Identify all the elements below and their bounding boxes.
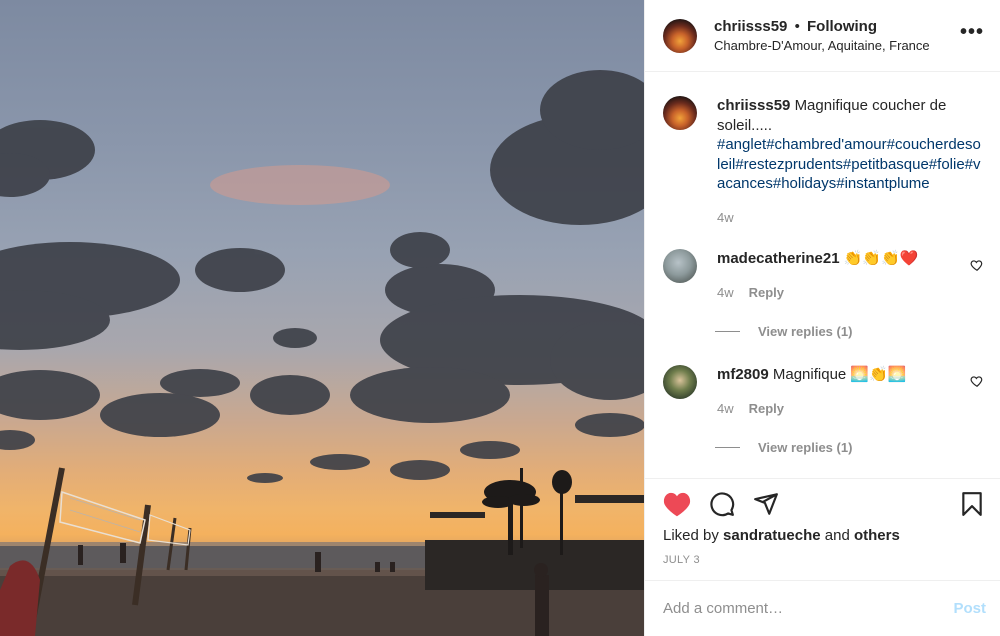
comments-list: chriisss59 Magnifique coucher de soleil.… xyxy=(645,72,1000,478)
likes-summary: Liked by sandratueche and others xyxy=(663,527,984,544)
commenter-avatar[interactable] xyxy=(663,249,697,283)
bookmark-icon[interactable] xyxy=(960,491,984,517)
share-icon[interactable] xyxy=(753,491,779,517)
likes-others-link[interactable]: others xyxy=(854,527,900,544)
separator-dot: • xyxy=(794,17,800,35)
following-button[interactable]: Following xyxy=(807,18,877,35)
likes-conjunction: and xyxy=(824,527,850,544)
caption-avatar[interactable] xyxy=(663,96,697,130)
likes-prefix: Liked by xyxy=(663,527,719,544)
author-username[interactable]: chriisss59 xyxy=(714,18,787,35)
commenter-username[interactable]: mf2809 xyxy=(717,366,769,383)
reply-button[interactable]: Reply xyxy=(749,283,784,303)
caption: chriisss59 Magnifique coucher de soleil.… xyxy=(663,96,984,227)
action-icons xyxy=(663,491,984,517)
view-replies-button[interactable]: View replies (1) xyxy=(715,324,984,339)
author-avatar[interactable] xyxy=(663,18,697,53)
comment-icon[interactable] xyxy=(709,491,735,517)
author-info: chriisss59 • Following Chambre-D'Amour, … xyxy=(714,17,960,55)
reply-button[interactable]: Reply xyxy=(749,399,784,419)
comment-text: 👏👏👏❤️ xyxy=(843,250,919,267)
post-header: chriisss59 • Following Chambre-D'Amour, … xyxy=(645,0,1000,72)
caption-hashtags[interactable]: #anglet#chambred'amour#coucherdesoleil#r… xyxy=(717,136,981,192)
replies-divider-line xyxy=(715,447,740,448)
comment-time[interactable]: 4w xyxy=(717,399,734,419)
commenter-username[interactable]: madecatherine21 xyxy=(717,250,840,267)
view-replies-label: View replies (1) xyxy=(758,324,853,339)
heart-outline-icon[interactable] xyxy=(970,374,984,388)
view-replies-button[interactable]: View replies (1) xyxy=(715,440,984,455)
heart-outline-icon[interactable] xyxy=(970,258,984,272)
post-side-panel: chriisss59 • Following Chambre-D'Amour, … xyxy=(644,0,1000,636)
comment-item: madecatherine21 👏👏👏❤️ 4w Reply xyxy=(663,249,984,302)
comment-time[interactable]: 4w xyxy=(717,283,734,303)
location-link[interactable]: Chambre-D'Amour, Aquitaine, France xyxy=(714,36,960,55)
likes-user-link[interactable]: sandratueche xyxy=(723,527,821,544)
more-icon[interactable]: ••• xyxy=(960,21,984,44)
replies-divider-line xyxy=(715,331,740,332)
sunset-beach-image xyxy=(0,70,644,636)
post-photo[interactable] xyxy=(0,0,644,636)
post-actions: Liked by sandratueche and others JULY 3 xyxy=(645,478,1000,580)
comment-item: mf2809 Magnifique 🌅👏🌅 4w Reply xyxy=(663,365,984,418)
post-comment-button[interactable]: Post xyxy=(953,600,986,617)
comment-text: Magnifique 🌅👏🌅 xyxy=(772,366,907,383)
caption-username[interactable]: chriisss59 xyxy=(717,97,790,114)
comment-input[interactable] xyxy=(663,600,954,617)
add-comment-bar: Post xyxy=(645,580,1000,636)
caption-time[interactable]: 4w xyxy=(717,208,734,228)
heart-filled-icon[interactable] xyxy=(663,491,691,517)
post-date[interactable]: JULY 3 xyxy=(663,554,984,566)
view-replies-label: View replies (1) xyxy=(758,440,853,455)
commenter-avatar[interactable] xyxy=(663,365,697,399)
